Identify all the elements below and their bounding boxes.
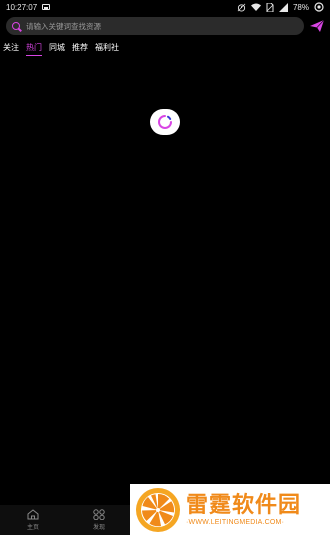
- search-icon[interactable]: [12, 22, 20, 30]
- nav-discover-label: 发现: [92, 525, 105, 531]
- image-icon: [42, 4, 51, 10]
- status-right: 78%: [237, 2, 324, 12]
- battery-level: 78%: [292, 2, 309, 12]
- search-input[interactable]: [26, 18, 298, 34]
- nav-discover[interactable]: 发现: [66, 505, 132, 535]
- nav-home[interactable]: 主页: [0, 505, 66, 535]
- watermark-text: 雷霆软件园 ·WWW.LEITINGMEDIA.COM·: [186, 492, 302, 527]
- signal-icon: [278, 2, 288, 12]
- eye-icon: [314, 2, 324, 12]
- tab-follow[interactable]: 关注: [2, 41, 20, 55]
- category-tabs: 关注 热门 同城 推荐 福利社: [2, 41, 120, 56]
- tab-welfare[interactable]: 福利社: [94, 41, 120, 55]
- watermark-url: ·WWW.LEITINGMEDIA.COM·: [186, 519, 285, 526]
- home-icon: [27, 509, 39, 520]
- wifi-icon: [250, 3, 261, 11]
- search-box[interactable]: [6, 17, 304, 35]
- search-row: [6, 16, 324, 36]
- status-left: 10:27:07: [6, 2, 51, 12]
- orange-logo-icon: [136, 487, 180, 532]
- status-bar: 10:27:07 78%: [0, 0, 330, 14]
- watermark-title: 雷霆软件园: [186, 492, 302, 517]
- status-time: 10:27:07: [6, 2, 38, 12]
- watermark: 雷霆软件园 ·WWW.LEITINGMEDIA.COM·: [130, 484, 330, 535]
- tab-local[interactable]: 同城: [48, 41, 66, 55]
- send-icon[interactable]: [310, 19, 324, 33]
- app-screen: 10:27:07 78% 请输入关键词查找资源 关注 热门 同城 推荐 福利社 …: [0, 0, 330, 535]
- nav-home-label: 主页: [26, 525, 39, 531]
- tab-popular[interactable]: 热门: [25, 41, 43, 56]
- no-sim-icon: [266, 2, 274, 12]
- tab-recommend[interactable]: 推荐: [71, 41, 89, 55]
- loading-spinner-icon: [158, 115, 172, 129]
- discover-icon: [93, 509, 105, 520]
- alarm-icon: [237, 3, 246, 12]
- loading-indicator: [150, 109, 180, 135]
